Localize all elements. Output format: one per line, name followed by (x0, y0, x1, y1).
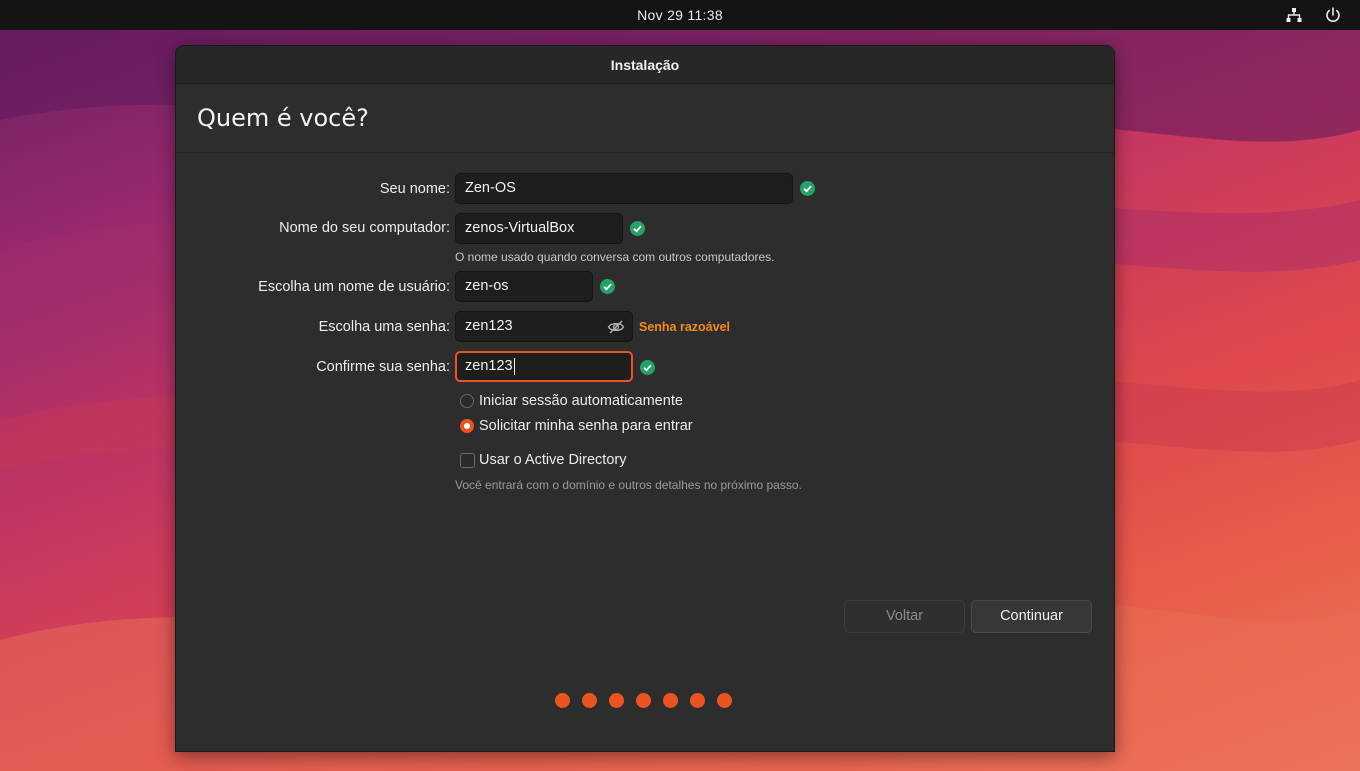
confirm-password-value: zen123 (465, 358, 513, 374)
password-label: Escolha uma senha: (318, 319, 450, 335)
continue-button[interactable]: Continuar (971, 600, 1092, 633)
active-directory-hint: Você entrará com o domínio e outros deta… (455, 478, 802, 492)
progress-dot (555, 693, 570, 708)
confirm-password-label: Confirme sua senha: (316, 359, 450, 375)
installer-window: Instalação Quem é você? Seu nome: Zen-OS… (175, 45, 1115, 752)
check-icon (630, 221, 645, 236)
window-title: Instalação (176, 46, 1114, 84)
confirm-password-field[interactable]: zen123 (455, 351, 633, 382)
text-caret (513, 357, 515, 375)
name-field[interactable]: Zen-OS (455, 173, 793, 204)
require-password-radio[interactable] (460, 419, 474, 433)
progress-dot (690, 693, 705, 708)
computer-name-field[interactable]: zenos-VirtualBox (455, 213, 623, 244)
progress-dot (717, 693, 732, 708)
require-password-label[interactable]: Solicitar minha senha para entrar (479, 418, 693, 434)
name-label: Seu nome: (379, 181, 450, 197)
network-wired-icon[interactable] (1285, 6, 1303, 24)
eye-slash-icon[interactable] (607, 318, 625, 336)
check-icon (600, 279, 615, 294)
progress-dot (582, 693, 597, 708)
password-strength: Senha razoável (639, 320, 731, 334)
top-bar: Nov 29 11:38 (0, 0, 1360, 30)
check-icon (640, 360, 655, 375)
progress-dot (663, 693, 678, 708)
auto-login-radio[interactable] (460, 394, 474, 408)
auto-login-label[interactable]: Iniciar sessão automaticamente (479, 393, 683, 409)
page-title: Quem é você? (197, 104, 369, 132)
computer-name-hint: O nome usado quando conversa com outros … (455, 250, 775, 264)
check-icon (800, 181, 815, 196)
username-field[interactable]: zen-os (455, 271, 593, 302)
progress-dot (609, 693, 624, 708)
page-header: Quem é você? (176, 84, 1114, 153)
active-directory-label[interactable]: Usar o Active Directory (479, 452, 626, 468)
clock[interactable]: Nov 29 11:38 (0, 7, 1360, 23)
active-directory-checkbox[interactable] (460, 453, 475, 468)
computer-name-label: Nome do seu computador: (279, 220, 450, 236)
progress-dot (636, 693, 651, 708)
power-icon[interactable] (1324, 6, 1342, 24)
back-button[interactable]: Voltar (844, 600, 965, 633)
username-label: Escolha um nome de usuário: (258, 279, 450, 295)
